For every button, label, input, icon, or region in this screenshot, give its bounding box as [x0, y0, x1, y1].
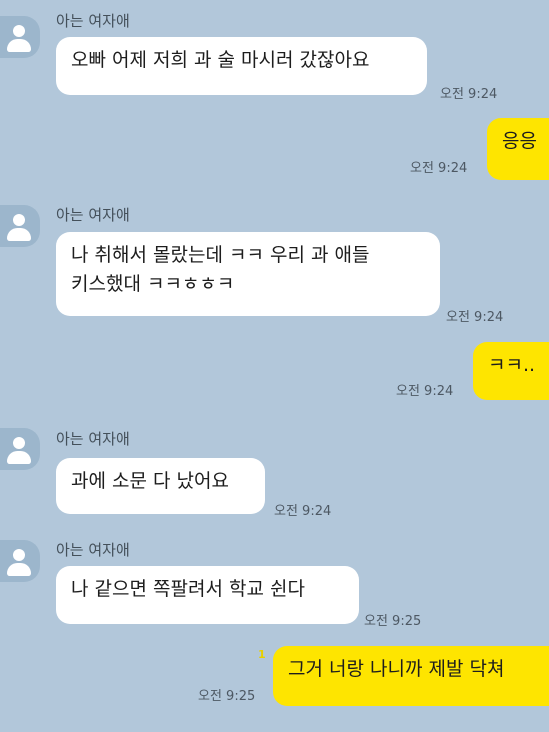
avatar[interactable]	[0, 428, 40, 470]
message-text: 나 취해서 몰랐는데 ㅋㅋ 우리 과 애들	[71, 244, 370, 266]
message-bubble[interactable]: 응응	[487, 118, 549, 180]
unread-count: 1	[258, 648, 266, 661]
avatar[interactable]	[0, 540, 40, 582]
message-text: 응응	[502, 130, 537, 152]
message-text: 오빠 어제 저희 과 술 마시러 갔잖아요	[71, 49, 370, 71]
message-time: 오전 9:25	[198, 689, 256, 704]
message-text: ㅋㅋ..	[488, 354, 536, 376]
message-text: 과에 소문 다 났어요	[71, 470, 229, 492]
sender-name: 아는 여자애	[56, 206, 130, 224]
avatar[interactable]	[0, 205, 40, 247]
message-time: 오전 9:24	[410, 161, 468, 176]
message-time: 오전 9:24	[446, 310, 504, 325]
message-bubble[interactable]: 나 취해서 몰랐는데 ㅋㅋ 우리 과 애들 키스했대 ㅋㅋㅎㅎㅋ	[56, 232, 440, 316]
message-bubble[interactable]: 나 같으면 쪽팔려서 학교 쉰다	[56, 566, 359, 624]
avatar[interactable]	[0, 16, 40, 58]
message-bubble[interactable]: 과에 소문 다 났어요	[56, 458, 265, 514]
message-time: 오전 9:24	[274, 504, 332, 519]
message-text: 키스했대 ㅋㅋㅎㅎㅋ	[71, 273, 235, 295]
message-bubble[interactable]: 오빠 어제 저희 과 술 마시러 갔잖아요	[56, 37, 427, 95]
message-text: 그거 너랑 나니까 제발 닥쳐	[288, 658, 505, 680]
sender-name: 아는 여자애	[56, 12, 130, 30]
message-bubble[interactable]: 그거 너랑 나니까 제발 닥쳐	[273, 646, 549, 706]
message-time: 오전 9:25	[364, 614, 422, 629]
message-time: 오전 9:24	[396, 384, 454, 399]
message-time: 오전 9:24	[440, 87, 498, 102]
message-text: 나 같으면 쪽팔려서 학교 쉰다	[71, 578, 305, 600]
sender-name: 아는 여자애	[56, 430, 130, 448]
sender-name: 아는 여자애	[56, 541, 130, 559]
message-bubble[interactable]: ㅋㅋ..	[473, 342, 549, 400]
